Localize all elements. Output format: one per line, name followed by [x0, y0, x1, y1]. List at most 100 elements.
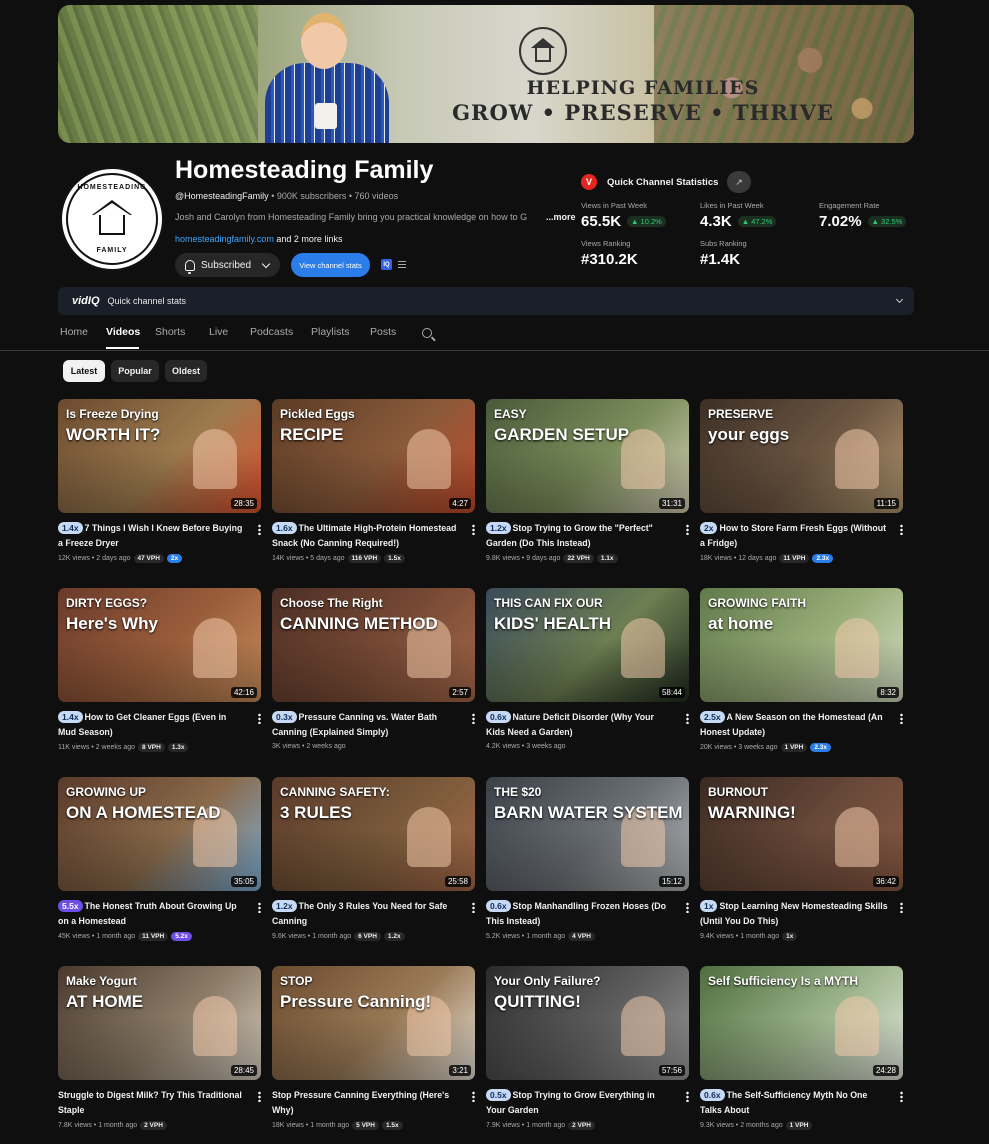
- open-external-icon[interactable]: ↗: [727, 171, 751, 193]
- more-actions-icon[interactable]: [258, 524, 261, 535]
- video-thumbnail[interactable]: Pickled Eggs RECIPE 4:27: [272, 399, 475, 513]
- video-title[interactable]: 1.2x The Only 3 Rules You Need for Safe C…: [272, 899, 460, 929]
- video-card[interactable]: GROWING FAITH at home 8:32 2.5x A New Season…: [700, 588, 903, 752]
- video-title[interactable]: 0.5x Stop Trying to Grow Everything in Yo…: [486, 1088, 674, 1118]
- more-actions-icon[interactable]: [472, 1091, 475, 1102]
- tab-podcasts[interactable]: Podcasts: [250, 326, 293, 338]
- video-title[interactable]: 2x How to Store Farm Fresh Eggs (Without …: [700, 521, 888, 551]
- stat-subs-rank: Subs Ranking #1.4K: [700, 239, 747, 268]
- video-title[interactable]: 0.3x Pressure Canning vs. Water Bath Cann…: [272, 710, 460, 740]
- more-actions-icon[interactable]: [686, 1091, 689, 1102]
- video-title[interactable]: 0.6x Stop Manhandling Frozen Hoses (Do Th…: [486, 899, 674, 929]
- thumbnail-text-1: GROWING UP: [66, 785, 146, 799]
- more-links-link[interactable]: and 2 more links: [276, 234, 342, 244]
- subscribed-button[interactable]: Subscribed: [175, 253, 280, 277]
- more-actions-icon[interactable]: [472, 902, 475, 913]
- video-thumbnail[interactable]: STOP Pressure Canning! 3:21: [272, 966, 475, 1080]
- video-card[interactable]: THIS CAN FIX OUR KIDS' HEALTH 58:44 0.6x Nat…: [486, 588, 689, 750]
- more-actions-icon[interactable]: [258, 1091, 261, 1102]
- video-thumbnail[interactable]: CANNING SAFETY: 3 RULES 25:58: [272, 777, 475, 891]
- video-card[interactable]: GROWING UP ON A HOMESTEAD 35:05 5.5x The Hon…: [58, 777, 261, 941]
- chip-oldest[interactable]: Oldest: [165, 360, 207, 382]
- more-actions-icon[interactable]: [900, 524, 903, 535]
- video-title[interactable]: 0.6x The Self-Sufficiency Myth No One Tal…: [700, 1088, 888, 1118]
- tab-home[interactable]: Home: [60, 326, 88, 338]
- more-actions-icon[interactable]: [686, 524, 689, 535]
- video-card[interactable]: Make Yogurt AT HOME 28:45 Struggle to Diges…: [58, 966, 261, 1130]
- more-actions-icon[interactable]: [686, 713, 689, 724]
- tab-shorts[interactable]: Shorts: [155, 326, 185, 338]
- thumbnail-text-2: 3 RULES: [280, 803, 352, 822]
- more-actions-icon[interactable]: [900, 902, 903, 913]
- thumbnail-text-2: WORTH IT?: [66, 425, 161, 444]
- view-channel-stats-button[interactable]: View channel stats: [291, 253, 370, 277]
- channel-description[interactable]: Josh and Carolyn from Homesteading Famil…: [175, 212, 550, 222]
- video-title[interactable]: Stop Pressure Canning Everything (Here's…: [272, 1088, 460, 1118]
- video-thumbnail[interactable]: GROWING FAITH at home 8:32: [700, 588, 903, 702]
- more-actions-icon[interactable]: [258, 713, 261, 724]
- video-card[interactable]: CANNING SAFETY: 3 RULES 25:58 1.2x The Only …: [272, 777, 475, 941]
- video-thumbnail[interactable]: THE $20 BARN WATER SYSTEM 15:12: [486, 777, 689, 891]
- video-title[interactable]: 5.5x The Honest Truth About Growing Up on…: [58, 899, 246, 929]
- video-title[interactable]: Struggle to Digest Milk? Try This Tradit…: [58, 1088, 246, 1118]
- video-thumbnail[interactable]: EASY GARDEN SETUP 31:31: [486, 399, 689, 513]
- description-more-link[interactable]: ...more: [546, 212, 576, 222]
- video-thumbnail[interactable]: BURNOUT WARNING! 36:42: [700, 777, 903, 891]
- channel-avatar[interactable]: HOMESTEADING FAMILY: [59, 166, 165, 272]
- performance-multiplier: 1.4x: [58, 711, 83, 723]
- video-title[interactable]: 1x Stop Learning New Homesteading Skills …: [700, 899, 888, 929]
- video-card[interactable]: Your Only Failure? QUITTING! 57:56 0.5x Stop…: [486, 966, 689, 1130]
- chevron-down-icon[interactable]: [895, 295, 904, 304]
- vidiq-badge-icon[interactable]: IQ: [381, 259, 392, 270]
- video-card[interactable]: THE $20 BARN WATER SYSTEM 15:12 0.6x Stop Ma…: [486, 777, 689, 941]
- video-title[interactable]: 0.6x Nature Deficit Disorder (Why Your Ki…: [486, 710, 674, 740]
- video-thumbnail[interactable]: DIRTY EGGS? Here's Why 42:16: [58, 588, 261, 702]
- tab-videos[interactable]: Videos: [106, 326, 140, 338]
- outlier-badge: 2.3x: [810, 743, 831, 752]
- video-card[interactable]: EASY GARDEN SETUP 31:31 1.2x Stop Trying to …: [486, 399, 689, 563]
- more-actions-icon[interactable]: [900, 1091, 903, 1102]
- more-actions-icon[interactable]: [472, 713, 475, 724]
- video-thumbnail[interactable]: Your Only Failure? QUITTING! 57:56: [486, 966, 689, 1080]
- video-card[interactable]: DIRTY EGGS? Here's Why 42:16 1.4x How to Get…: [58, 588, 261, 752]
- video-title[interactable]: 1.4x How to Get Cleaner Eggs (Even in Mud…: [58, 710, 246, 740]
- video-thumbnail[interactable]: Make Yogurt AT HOME 28:45: [58, 966, 261, 1080]
- video-title[interactable]: 2.5x A New Season on the Homestead (An Ho…: [700, 710, 888, 740]
- more-actions-icon[interactable]: [258, 902, 261, 913]
- vidiq-quick-stats-bar[interactable]: vidIQ Quick channel stats: [58, 287, 914, 315]
- chip-latest[interactable]: Latest: [63, 360, 105, 382]
- video-card[interactable]: PRESERVE your eggs 11:15 2x How to Store Far…: [700, 399, 903, 563]
- menu-icon[interactable]: [398, 261, 406, 268]
- video-meta: 20K views • 3 weeks ago 1 VPH 2.3x: [700, 743, 831, 752]
- video-thumbnail[interactable]: Choose The Right CANNING METHOD 2:57: [272, 588, 475, 702]
- video-title[interactable]: 1.4x 7 Things I Wish I Knew Before Buying…: [58, 521, 246, 551]
- tab-posts[interactable]: Posts: [370, 326, 396, 338]
- video-card[interactable]: BURNOUT WARNING! 36:42 1x Stop Learning New …: [700, 777, 903, 941]
- outlier-badge: 1.3x: [167, 743, 189, 752]
- channel-website-link[interactable]: homesteadingfamily.com: [175, 234, 274, 244]
- video-card[interactable]: Pickled Eggs RECIPE 4:27 1.6x The Ultimate H…: [272, 399, 475, 563]
- thumbnail-text-1: EASY: [494, 407, 527, 421]
- video-card[interactable]: Choose The Right CANNING METHOD 2:57 0.3x Pr…: [272, 588, 475, 750]
- tab-playlists[interactable]: Playlists: [311, 326, 350, 338]
- more-actions-icon[interactable]: [686, 902, 689, 913]
- video-thumbnail[interactable]: Is Freeze Drying WORTH IT? 28:35: [58, 399, 261, 513]
- vph-badge: 8 VPH: [138, 743, 165, 752]
- video-thumbnail[interactable]: Self Sufficiency Is a MYTH 24:28: [700, 966, 903, 1080]
- video-thumbnail[interactable]: GROWING UP ON A HOMESTEAD 35:05: [58, 777, 261, 891]
- video-card[interactable]: Is Freeze Drying WORTH IT? 28:35 1.4x 7 Thin…: [58, 399, 261, 563]
- more-actions-icon[interactable]: [472, 524, 475, 535]
- chip-popular[interactable]: Popular: [111, 360, 159, 382]
- video-thumbnail[interactable]: PRESERVE your eggs 11:15: [700, 399, 903, 513]
- tab-live[interactable]: Live: [209, 326, 228, 338]
- video-thumbnail[interactable]: THIS CAN FIX OUR KIDS' HEALTH 58:44: [486, 588, 689, 702]
- video-card[interactable]: STOP Pressure Canning! 3:21 Stop Pressure C…: [272, 966, 475, 1130]
- video-title[interactable]: 1.2x Stop Trying to Grow the "Perfect" Ga…: [486, 521, 674, 551]
- stat-label: Views Ranking: [581, 239, 631, 248]
- video-card[interactable]: Self Sufficiency Is a MYTH 24:28 0.6x The S…: [700, 966, 903, 1130]
- video-title[interactable]: 1.6x The Ultimate High-Protein Homestead …: [272, 521, 460, 551]
- search-icon[interactable]: [422, 328, 432, 338]
- video-views-age: 7.8K views • 1 month ago: [58, 1122, 138, 1129]
- more-actions-icon[interactable]: [900, 713, 903, 724]
- performance-multiplier: 2x: [700, 522, 718, 534]
